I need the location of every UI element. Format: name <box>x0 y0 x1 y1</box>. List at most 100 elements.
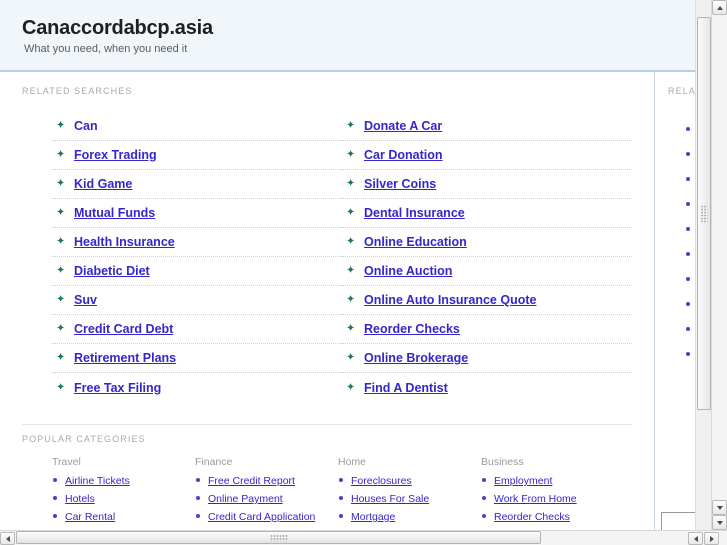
category-list-item[interactable]: Foreclosures <box>338 474 481 487</box>
category-link[interactable]: Employment <box>494 475 552 487</box>
inner-frame-scrollbar-vertical[interactable] <box>695 0 711 530</box>
related-search-item[interactable]: ✦ Mutual Funds <box>52 199 342 228</box>
chevron-down-icon <box>716 520 723 525</box>
category-list-item[interactable]: Airline Tickets <box>52 474 195 487</box>
related-search-item[interactable]: ✦ Credit Card Debt <box>52 315 342 344</box>
category-column: Travel Airline Tickets Hotels Car Rental <box>52 456 195 528</box>
related-search-link[interactable]: Online Brokerage <box>364 351 468 365</box>
sidebar-list-item[interactable]: Kid Game <box>686 216 695 241</box>
category-list-item[interactable]: Work From Home <box>481 492 624 505</box>
related-search-item[interactable]: ✦ Online Education <box>342 228 632 257</box>
category-link[interactable]: Foreclosures <box>351 475 412 487</box>
page-scrollbar-horizontal[interactable] <box>0 530 727 545</box>
related-search-item[interactable]: ✦ Online Auction <box>342 257 632 286</box>
scroll-down-button[interactable] <box>712 500 727 515</box>
scroll-up-button[interactable] <box>712 0 727 15</box>
related-search-item[interactable]: ✦ Car Donation <box>342 141 632 170</box>
scroll-down-button-secondary[interactable] <box>712 515 727 530</box>
star-bullet-icon: ✦ <box>56 148 66 161</box>
related-search-item[interactable]: ✦ Free Tax Filing <box>52 373 342 402</box>
star-bullet-icon: ✦ <box>346 293 356 306</box>
category-list-item[interactable]: Online Payment <box>195 492 338 505</box>
sidebar-list-item[interactable]: Forex Trading <box>686 166 695 191</box>
related-search-link[interactable]: Car Donation <box>364 148 442 162</box>
category-link[interactable]: Mortgage <box>351 511 395 523</box>
category-link[interactable]: Online Payment <box>208 493 283 505</box>
related-search-link[interactable]: Suv <box>74 293 97 307</box>
scroll-left-button-secondary[interactable] <box>688 532 703 545</box>
category-column: Home Foreclosures Houses For Sale Mortgage <box>338 456 481 528</box>
sidebar-list-item[interactable]: Silver Coins <box>686 241 695 266</box>
related-search-link[interactable]: Retirement Plans <box>74 351 176 365</box>
related-search-link[interactable]: Dental Insurance <box>364 206 465 220</box>
related-search-item[interactable]: ✦ Kid Game <box>52 170 342 199</box>
related-search-item[interactable]: ✦ Online Auto Insurance Quote <box>342 286 632 315</box>
related-search-link[interactable]: Silver Coins <box>364 177 436 191</box>
category-link[interactable]: Hotels <box>65 493 95 505</box>
sidebar-list-item[interactable]: Car Donation <box>686 191 695 216</box>
related-search-item[interactable]: ✦ Diabetic Diet <box>52 257 342 286</box>
scroll-left-button[interactable] <box>0 532 15 545</box>
inner-scrollbar-thumb[interactable] <box>697 17 711 410</box>
category-list-item[interactable]: Employment <box>481 474 624 487</box>
related-search-link[interactable]: Online Auction <box>364 264 452 278</box>
related-search-item[interactable]: ✦ Silver Coins <box>342 170 632 199</box>
related-search-item[interactable]: ✦ Forex Trading <box>52 141 342 170</box>
sidebar-list-item[interactable]: Donate A Car <box>686 141 695 166</box>
bullet-icon <box>482 478 486 482</box>
related-search-item[interactable]: ✦ Retirement Plans <box>52 344 342 373</box>
bullet-icon <box>686 201 690 206</box>
related-search-link[interactable]: Kid Game <box>74 177 132 191</box>
sidebar-list-item[interactable]: Online Education <box>686 341 695 366</box>
related-search-item[interactable]: ✦ Suv <box>52 286 342 315</box>
related-search-link[interactable]: Donate A Car <box>364 119 442 133</box>
category-list-item[interactable]: Mortgage <box>338 510 481 523</box>
category-link[interactable]: Car Rental <box>65 511 115 523</box>
sidebar-list-item[interactable]: Can <box>686 116 695 141</box>
categories-divider <box>22 424 632 425</box>
category-link[interactable]: Houses For Sale <box>351 493 429 505</box>
page-content: Canaccordabcp.asia What you need, when y… <box>0 0 695 530</box>
related-search-item[interactable]: ✦ Online Brokerage <box>342 344 632 373</box>
star-bullet-icon: ✦ <box>346 322 356 335</box>
body-split: RELATED SEARCHES ✦ Can ✦ Donate A Car ✦ Forex… <box>0 72 695 530</box>
related-search-link[interactable]: Can <box>74 119 98 133</box>
related-search-link[interactable]: Reorder Checks <box>364 322 460 336</box>
scroll-right-button[interactable] <box>704 532 719 545</box>
category-link[interactable]: Credit Card Application <box>208 511 315 523</box>
related-search-item[interactable]: ✦ Donate A Car <box>342 112 632 141</box>
related-search-link[interactable]: Find A Dentist <box>364 381 448 395</box>
related-search-item[interactable]: ✦ Health Insurance <box>52 228 342 257</box>
search-input[interactable] <box>661 512 695 530</box>
sidebar-list-item[interactable]: Health Insurance <box>686 316 695 341</box>
category-heading: Business <box>481 456 524 468</box>
related-search-link[interactable]: Mutual Funds <box>74 206 155 220</box>
chevron-up-icon <box>716 5 723 10</box>
related-search-item[interactable]: ✦ Reorder Checks <box>342 315 632 344</box>
category-link[interactable]: Free Credit Report <box>208 475 295 487</box>
page-scrollbar-vertical[interactable] <box>711 0 727 531</box>
category-list-item[interactable]: Houses For Sale <box>338 492 481 505</box>
category-list-item[interactable]: Free Credit Report <box>195 474 338 487</box>
category-list-item[interactable]: Credit Card Application <box>195 510 338 523</box>
related-search-link[interactable]: Forex Trading <box>74 148 157 162</box>
category-link[interactable]: Airline Tickets <box>65 475 130 487</box>
related-search-link[interactable]: Online Auto Insurance Quote <box>364 293 536 307</box>
category-link[interactable]: Reorder Checks <box>494 511 570 523</box>
sidebar-list-item[interactable]: Mutual Funds <box>686 266 695 291</box>
bullet-icon <box>339 496 343 500</box>
category-link[interactable]: Work From Home <box>494 493 577 505</box>
related-search-link[interactable]: Credit Card Debt <box>74 322 173 336</box>
horizontal-scrollbar-thumb[interactable] <box>16 531 541 544</box>
category-list-item[interactable]: Car Rental <box>52 510 195 523</box>
related-search-link[interactable]: Online Education <box>364 235 467 249</box>
related-search-item[interactable]: ✦ Can <box>52 112 342 141</box>
related-search-link[interactable]: Health Insurance <box>74 235 175 249</box>
related-search-link[interactable]: Free Tax Filing <box>74 381 161 395</box>
related-search-item[interactable]: ✦ Find A Dentist <box>342 373 632 402</box>
category-list-item[interactable]: Hotels <box>52 492 195 505</box>
category-list-item[interactable]: Reorder Checks <box>481 510 624 523</box>
related-search-item[interactable]: ✦ Dental Insurance <box>342 199 632 228</box>
related-search-link[interactable]: Diabetic Diet <box>74 264 150 278</box>
sidebar-list-item[interactable]: Dental Insurance <box>686 291 695 316</box>
